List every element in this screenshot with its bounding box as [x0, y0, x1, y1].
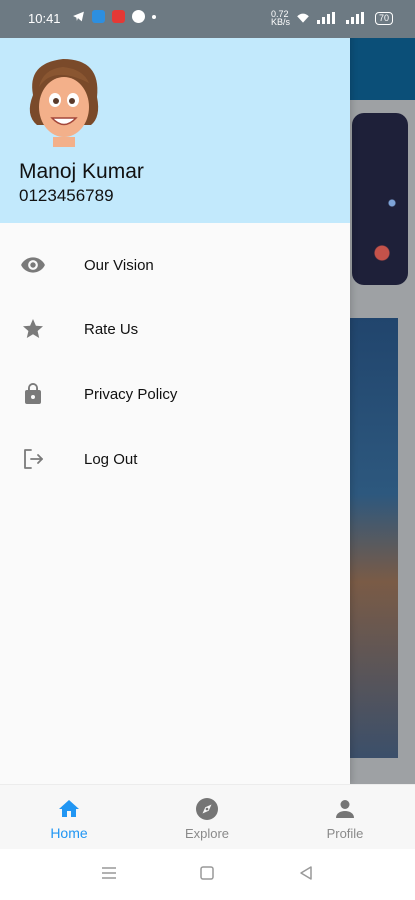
home-icon — [57, 797, 81, 826]
more-notifications-icon — [132, 10, 145, 23]
menu-label: Our Vision — [84, 256, 154, 274]
menu-item-our-vision[interactable]: Our Vision — [0, 237, 350, 293]
status-right: 0.72 KB/s 70 — [270, 9, 393, 27]
system-navigation-bar — [0, 849, 415, 900]
menu-item-rate-us[interactable]: Rate Us — [0, 301, 350, 357]
status-bar: 10:41 0.72 KB/s 70 — [0, 0, 415, 38]
app-notification-icon-red — [112, 10, 125, 23]
battery-indicator: 70 — [374, 11, 393, 25]
background-card — [352, 113, 408, 285]
lock-icon — [20, 381, 46, 407]
signal-icon — [316, 12, 335, 24]
compass-icon — [195, 797, 219, 826]
network-speed: 0.72 KB/s — [270, 9, 290, 27]
telegram-icon — [73, 11, 84, 22]
home-button-icon[interactable] — [199, 865, 215, 881]
person-icon — [333, 797, 357, 826]
nav-label: Profile — [326, 826, 364, 841]
dot-icon — [152, 14, 156, 19]
background-app-bar — [350, 38, 415, 100]
nav-label: Home — [50, 825, 88, 841]
wifi-icon — [297, 13, 309, 23]
user-name: Manoj Kumar — [19, 160, 144, 183]
recent-apps-icon[interactable] — [100, 865, 118, 881]
notification-icons — [72, 10, 156, 23]
back-icon[interactable] — [298, 865, 314, 881]
logout-icon — [20, 446, 46, 472]
signal-icon-2 — [345, 12, 364, 24]
menu-item-log-out[interactable]: Log Out — [0, 431, 350, 487]
user-phone: 0123456789 — [19, 186, 114, 205]
nav-item-explore[interactable]: Explore — [138, 785, 276, 850]
nav-label: Explore — [184, 826, 230, 841]
star-icon — [20, 316, 46, 342]
background-content[interactable] — [350, 38, 415, 784]
bottom-navigation: Home Explore Profile — [0, 784, 415, 850]
menu-item-privacy-policy[interactable]: Privacy Policy — [0, 366, 350, 422]
menu-label: Log Out — [84, 450, 138, 468]
status-time: 10:41 — [28, 11, 61, 26]
eye-icon — [20, 252, 46, 278]
menu-label: Privacy Policy — [84, 385, 178, 403]
nav-item-home[interactable]: Home — [0, 785, 138, 850]
background-image — [350, 318, 398, 758]
menu-label: Rate Us — [84, 320, 139, 338]
navigation-drawer: Manoj Kumar 0123456789 Our Vision Rate U… — [0, 0, 350, 784]
user-avatar — [29, 59, 99, 147]
nav-item-profile[interactable]: Profile — [276, 785, 414, 850]
app-notification-icon — [92, 10, 105, 23]
